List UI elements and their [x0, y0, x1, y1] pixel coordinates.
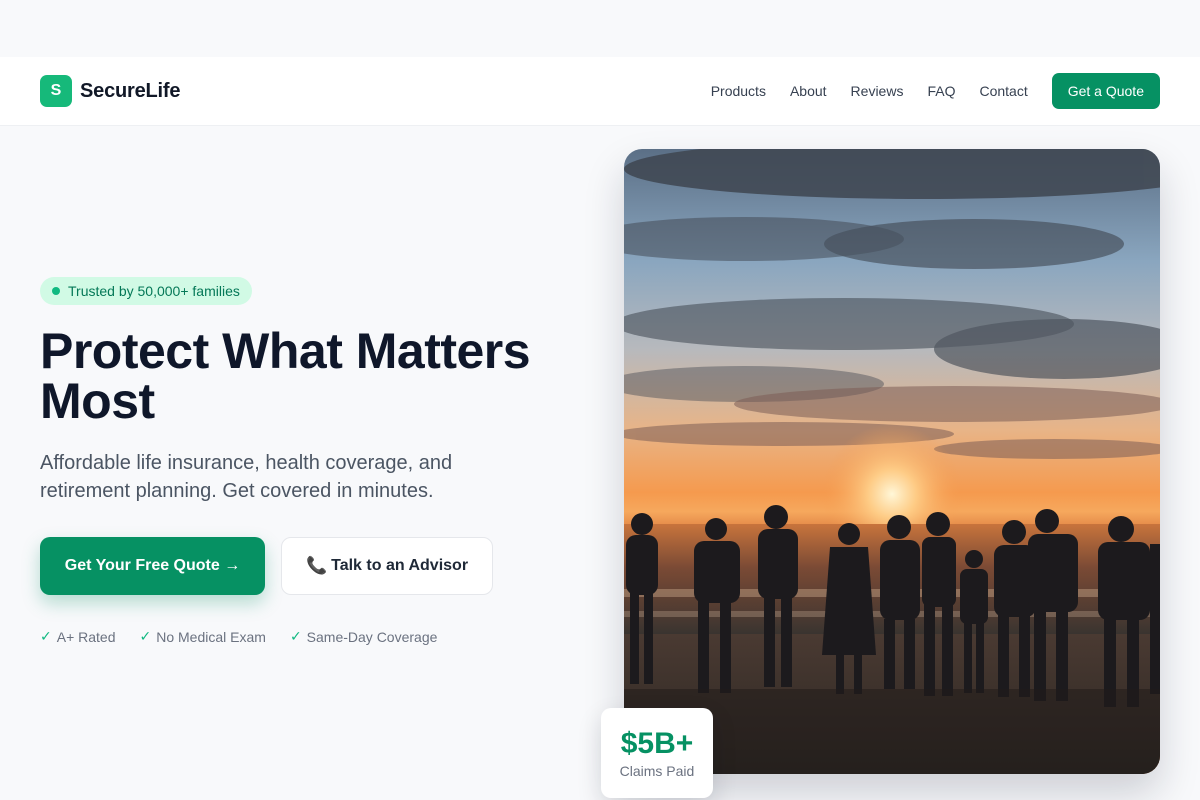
free-quote-button[interactable]: Get Your Free Quote →	[40, 537, 265, 595]
hero-subtitle: Affordable life insurance, health covera…	[40, 452, 453, 502]
trust-badge-text: Trusted by 50,000+ families	[68, 283, 240, 299]
nav-contact[interactable]: Contact	[979, 83, 1027, 99]
status-dot-icon	[52, 287, 60, 295]
site-header: S SecureLife Products About Reviews FAQ …	[0, 57, 1200, 126]
check-icon: ✓	[139, 628, 152, 644]
brand-name: SecureLife	[80, 79, 181, 102]
logo-icon: S	[40, 75, 72, 107]
trust-badge: Trusted by 50,000+ families	[40, 277, 252, 305]
get-quote-button[interactable]: Get a Quote	[1051, 73, 1160, 109]
main-nav: Products About Reviews FAQ Contact Get a…	[711, 73, 1160, 109]
hero-image-family-sunset	[624, 149, 1160, 774]
hero-title: Protect What Matters Most	[40, 323, 531, 429]
feature-label: Same-Day Coverage	[306, 628, 438, 645]
brand[interactable]: S SecureLife	[40, 75, 180, 107]
feature-item: ✓ A+ Rated	[40, 628, 116, 645]
nav-products[interactable]: Products	[711, 83, 766, 99]
feature-label: A+ Rated	[56, 628, 116, 645]
feature-item: ✓ No Medical Exam	[140, 628, 266, 645]
feature-list: ✓ A+ Rated ✓ No Medical Exam ✓ Same-Day …	[40, 628, 437, 645]
talk-to-advisor-label: Talk to an Advisor	[331, 557, 469, 574]
nav-faq[interactable]: FAQ	[927, 83, 955, 99]
check-icon: ✓	[289, 628, 302, 644]
nav-about[interactable]: About	[790, 83, 827, 99]
claims-stat-card: $5B+ Claims Paid	[601, 708, 713, 798]
phone-icon: 📞	[305, 556, 328, 575]
check-icon: ✓	[40, 628, 52, 644]
nav-reviews[interactable]: Reviews	[851, 83, 904, 99]
feature-item: ✓ Same-Day Coverage	[290, 628, 437, 645]
stat-label: Claims Paid	[619, 763, 695, 779]
feature-label: No Medical Exam	[156, 628, 266, 645]
talk-to-advisor-button[interactable]: 📞 Talk to an Advisor	[281, 537, 493, 595]
stat-value: $5B+	[620, 727, 694, 760]
